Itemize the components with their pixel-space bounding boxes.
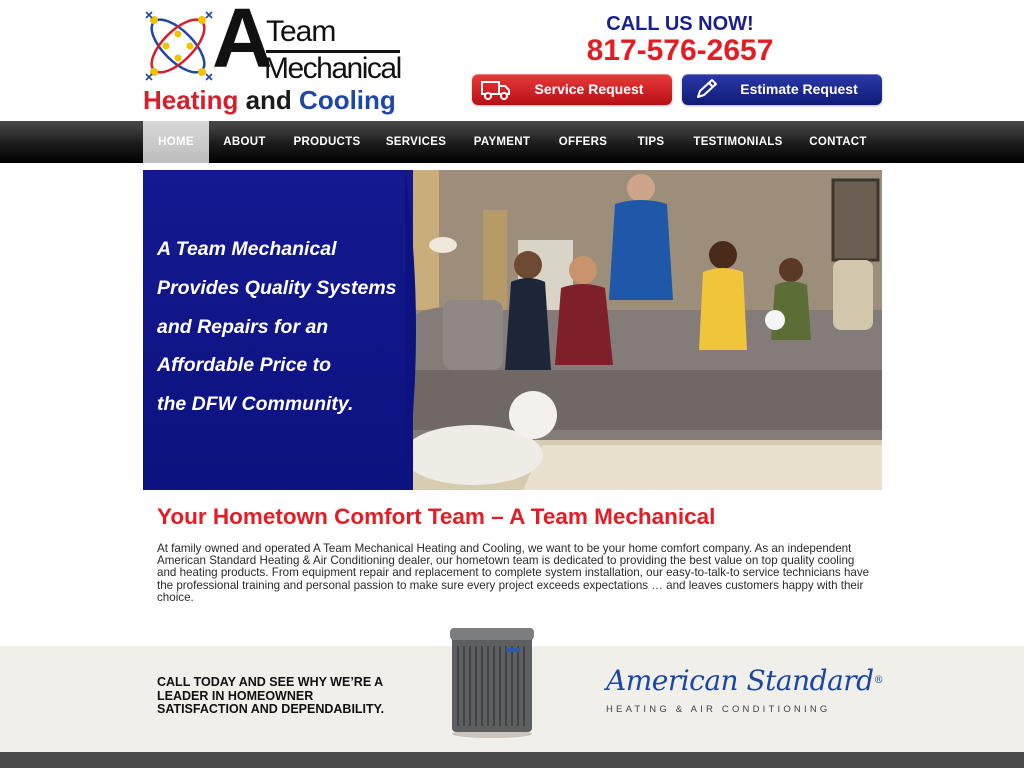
- service-request-button[interactable]: Service Request: [472, 74, 672, 105]
- ac-unit-image: [450, 628, 534, 738]
- intro-paragraph: At family owned and operated A Team Mech…: [157, 542, 870, 604]
- hero-line: the DFW Community.: [157, 393, 354, 416]
- hero-banner: A Team Mechanical Provides Quality Syste…: [143, 170, 882, 490]
- estimate-request-button[interactable]: Estimate Request: [682, 74, 882, 105]
- logo-heating-word: Heating: [143, 85, 239, 115]
- nav-item-tips[interactable]: TIPS: [628, 121, 674, 163]
- hero-line: Provides Quality Systems: [157, 276, 397, 299]
- brand-name-text: American Standard: [606, 664, 874, 697]
- service-request-label: Service Request: [534, 81, 644, 97]
- nav-item-testimonials[interactable]: TESTIMONIALS: [688, 121, 788, 163]
- nav-item-services[interactable]: SERVICES: [380, 121, 452, 163]
- logo-mechanical-word: Mechanical: [264, 52, 402, 85]
- american-standard-logo: American Standard®: [606, 664, 884, 698]
- cta-text: CALL TODAY AND SEE WHY WE’RE A LEADER IN…: [157, 675, 417, 717]
- estimate-request-label: Estimate Request: [740, 81, 858, 97]
- hero-panel-curve: [405, 170, 416, 490]
- registered-mark: ®: [873, 675, 884, 686]
- company-logo[interactable]: A Team Mechanical Heating and Cooling: [140, 0, 405, 116]
- nav-item-home[interactable]: HOME: [143, 121, 209, 163]
- hero-message-panel: A Team Mechanical Provides Quality Syste…: [143, 170, 413, 490]
- nav-item-products[interactable]: PRODUCTS: [287, 121, 367, 163]
- logo-cooling-word: Cooling: [299, 85, 396, 115]
- logo-and-word: and: [245, 85, 292, 115]
- nav-item-contact[interactable]: CONTACT: [802, 121, 874, 163]
- hero-tagline: A Team Mechanical Provides Quality Syste…: [157, 230, 417, 424]
- nav-item-about[interactable]: ABOUT: [216, 121, 273, 163]
- cta-line: SATISFACTION AND DEPENDABILITY.: [157, 702, 385, 716]
- nav-item-payment[interactable]: PAYMENT: [466, 121, 538, 163]
- logo-team-word: Team: [266, 15, 336, 48]
- brand-subtitle: HEATING & AIR CONDITIONING: [606, 704, 831, 715]
- truck-icon: [481, 81, 510, 100]
- hero-line: A Team Mechanical: [157, 238, 337, 260]
- logo-tagline: Heating and Cooling: [143, 86, 396, 114]
- site-header: A Team Mechanical Heating and Cooling CA…: [0, 0, 1024, 121]
- page-headline: Your Hometown Comfort Team – A Team Mech…: [157, 504, 716, 529]
- hero-line: and Repairs for an: [157, 315, 329, 338]
- phone-number-link[interactable]: 817-576-2657: [560, 34, 800, 68]
- cta-line: CALL TODAY AND SEE WHY WE’RE A: [157, 675, 384, 689]
- logo-letter: A: [212, 0, 273, 85]
- atom-snowflake-logo-icon: [145, 11, 213, 81]
- call-us-heading: CALL US NOW!: [606, 13, 754, 35]
- main-navigation: HOME ABOUT PRODUCTS SERVICES PAYMENT OFF…: [0, 121, 1024, 163]
- nav-item-offers[interactable]: OFFERS: [554, 121, 612, 163]
- hero-line: Affordable Price to: [157, 354, 332, 377]
- cta-line: LEADER IN HOMEOWNER: [157, 688, 314, 703]
- footer-strip: [0, 752, 1024, 768]
- pencil-icon: [697, 79, 717, 98]
